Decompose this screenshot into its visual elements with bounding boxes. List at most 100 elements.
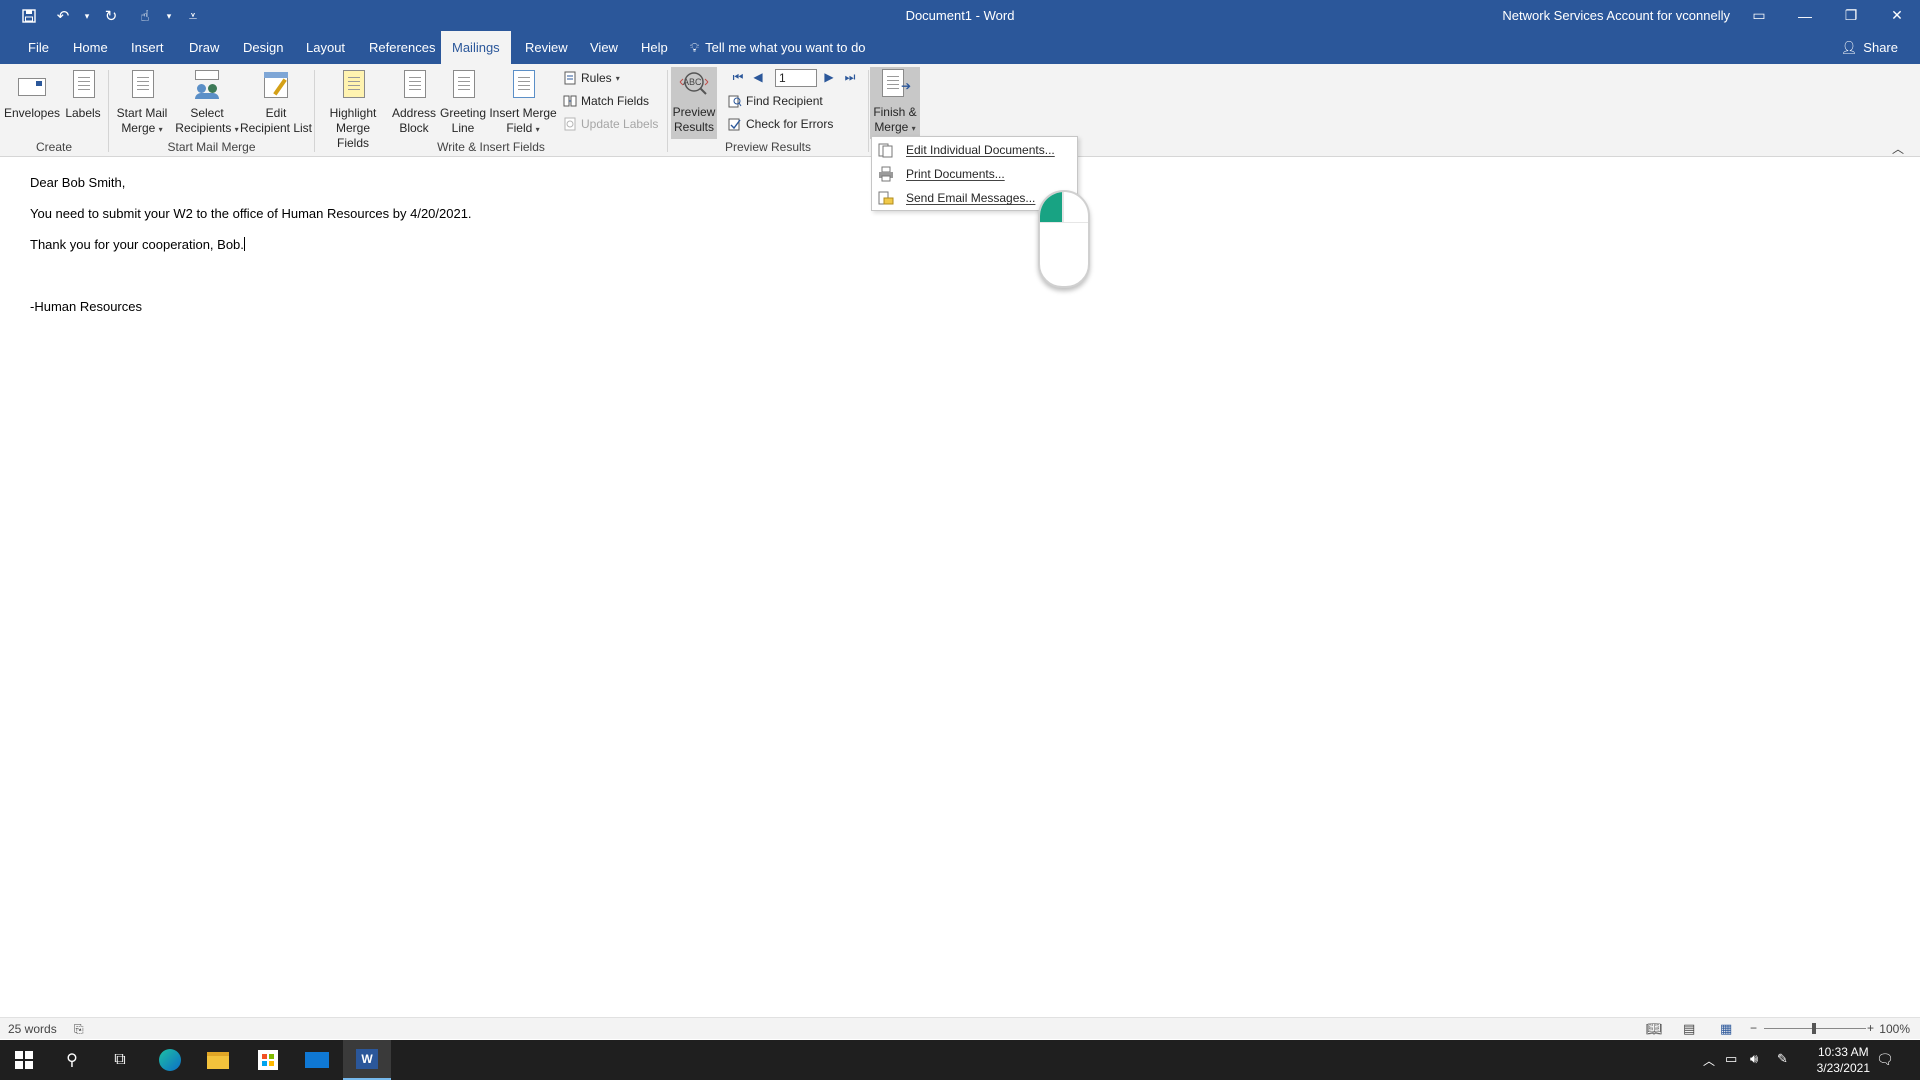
labels-label: Labels — [65, 106, 101, 120]
zoom-out-icon[interactable]: − — [1750, 1021, 1757, 1035]
preview-results-button[interactable]: ABC Preview Results — [671, 67, 717, 139]
address-block-icon — [398, 68, 430, 102]
document-canvas[interactable]: Dear Bob Smith, You need to submit your … — [0, 158, 1920, 1016]
edit-recipient-list-label-1: Edit — [265, 106, 287, 120]
tab-draw[interactable]: Draw — [178, 31, 230, 64]
tab-insert[interactable]: Insert — [120, 31, 175, 64]
select-recipients-label-1: Select — [190, 106, 224, 120]
record-number-input[interactable]: 1 — [775, 69, 817, 87]
touch-mode-dropdown-icon[interactable]: ▾ — [164, 5, 174, 27]
address-block-button[interactable]: Address Block — [391, 68, 437, 136]
zoom-level[interactable]: 100% — [1879, 1022, 1910, 1036]
group-label-create: Create — [35, 140, 73, 154]
doc-line-signature: -Human Resources — [30, 299, 142, 314]
last-record-icon[interactable]: ⏭ — [842, 70, 858, 86]
previous-record-icon[interactable]: ◀ — [750, 70, 766, 86]
start-mail-merge-icon — [126, 68, 158, 102]
system-clock[interactable]: 10:33 AM 3/23/2021 — [1817, 1044, 1870, 1076]
group-create: Envelopes Labels Create — [0, 64, 108, 157]
menu-item-edit-individual-documents[interactable]: Edit Individual Documents... — [872, 138, 1077, 162]
touch-mode-icon[interactable]: ☝ — [130, 5, 160, 27]
save-icon[interactable] — [14, 5, 44, 27]
envelope-icon — [16, 68, 48, 102]
tab-mailings[interactable]: Mailings — [441, 31, 511, 64]
proofing-icon[interactable]: ⎘ — [74, 1022, 84, 1036]
search-icon[interactable]: ⚲ — [48, 1040, 96, 1080]
insert-merge-field-icon — [507, 68, 539, 102]
mail-icon[interactable] — [293, 1040, 341, 1080]
text-cursor — [243, 237, 245, 251]
finish-merge-label-2: Merge — [874, 120, 909, 134]
check-for-errors-button[interactable]: Check for Errors — [728, 114, 833, 134]
word-count[interactable]: 25 words ⎘ — [8, 1022, 84, 1037]
collapse-ribbon-icon[interactable]: ︿ — [1892, 140, 1904, 157]
share-button[interactable]: 👤︎ Share — [1841, 31, 1898, 64]
match-fields-button[interactable]: Match Fields — [563, 91, 649, 111]
tab-help[interactable]: Help — [630, 31, 679, 64]
rules-button[interactable]: Rules ▾ — [563, 68, 620, 88]
first-record-icon[interactable]: ⏮ — [730, 70, 746, 86]
clock-time: 10:33 AM — [1817, 1045, 1869, 1059]
select-recipients-button[interactable]: Select Recipients ▾ — [175, 68, 239, 137]
tab-design[interactable]: Design — [232, 31, 294, 64]
mouse-click-indicator — [1038, 190, 1090, 288]
clock-date: 3/23/2021 — [1816, 1061, 1870, 1075]
zoom-slider-thumb[interactable] — [1812, 1023, 1816, 1034]
greeting-line-button[interactable]: Greeting Line — [439, 68, 487, 136]
redo-icon[interactable]: ↻ — [96, 5, 126, 27]
read-mode-icon[interactable]: 📖︎ — [1646, 1021, 1663, 1037]
chevron-down-icon: ▾ — [535, 125, 540, 134]
edit-list-icon — [260, 68, 292, 102]
tab-review[interactable]: Review — [514, 31, 579, 64]
start-mail-merge-button[interactable]: Start Mail Merge ▾ — [112, 68, 172, 137]
insert-merge-field-button[interactable]: Insert Merge Field ▾ — [488, 68, 558, 137]
tab-view[interactable]: View — [579, 31, 629, 64]
labels-button[interactable]: Labels — [62, 68, 104, 121]
chevron-down-icon: ▾ — [911, 124, 916, 133]
greeting-line-label-1: Greeting — [439, 106, 487, 120]
zoom-in-icon[interactable]: + — [1867, 1021, 1874, 1035]
recipients-icon — [191, 68, 223, 102]
close-icon[interactable]: ✕ — [1874, 0, 1920, 31]
store-icon[interactable] — [244, 1040, 292, 1080]
tell-me-search[interactable]: 💡︎ Tell me what you want to do — [690, 31, 866, 64]
file-explorer-icon[interactable] — [194, 1040, 242, 1080]
undo-dropdown-icon[interactable]: ▾ — [82, 5, 92, 27]
edge-browser-icon[interactable] — [146, 1040, 194, 1080]
lightbulb-icon: 💡︎ — [690, 40, 700, 55]
menu-item-label: Print Documents... — [906, 167, 1005, 181]
update-labels-button[interactable]: Update Labels — [563, 114, 658, 134]
customize-toolbar-icon[interactable]: ⩡ — [178, 5, 208, 27]
ribbon-display-options-icon[interactable]: ▭ — [1736, 0, 1782, 31]
minimize-icon[interactable]: — — [1782, 0, 1828, 31]
highlight-merge-fields-button[interactable]: Highlight Merge Fields — [319, 68, 387, 151]
printer-icon — [878, 166, 894, 182]
preview-results-label-1: Preview — [672, 105, 716, 119]
tab-references[interactable]: References — [358, 31, 446, 64]
tab-file[interactable]: File — [17, 31, 60, 64]
task-view-icon[interactable]: ⧉ — [96, 1040, 144, 1080]
web-layout-icon[interactable]: ▦ — [1720, 1021, 1732, 1037]
word-app-icon[interactable]: W — [343, 1040, 391, 1080]
tab-home[interactable]: Home — [62, 31, 119, 64]
volume-icon[interactable]: 🔊︎ — [1750, 1051, 1758, 1067]
start-windows-icon[interactable] — [0, 1040, 48, 1080]
restore-icon[interactable]: ❐ — [1828, 0, 1874, 31]
notifications-icon[interactable]: 🗨︎ — [1876, 1051, 1894, 1068]
rules-label: Rules — [581, 71, 612, 85]
envelopes-button[interactable]: Envelopes — [4, 68, 60, 121]
finish-merge-icon: ➔ — [879, 67, 911, 101]
menu-item-print-documents[interactable]: Print Documents... — [872, 162, 1077, 186]
word-count-label: 25 words — [8, 1022, 57, 1036]
account-name[interactable]: Network Services Account for vconnelly — [1502, 8, 1730, 23]
undo-icon[interactable]: ↶ — [48, 5, 78, 27]
pen-workspace-icon[interactable]: ✎ — [1777, 1051, 1788, 1067]
network-icon[interactable]: ▭ — [1725, 1051, 1737, 1067]
tab-layout[interactable]: Layout — [295, 31, 356, 64]
find-recipient-button[interactable]: Find Recipient — [728, 91, 823, 111]
print-layout-icon[interactable]: ▤ — [1683, 1021, 1695, 1037]
next-record-icon[interactable]: ▶ — [821, 70, 837, 86]
finish-merge-button[interactable]: ➔ Finish & Merge ▾ — [870, 67, 920, 139]
edit-recipient-list-button[interactable]: Edit Recipient List — [238, 68, 314, 136]
show-hidden-icons-icon[interactable]: ︿ — [1703, 1052, 1715, 1069]
